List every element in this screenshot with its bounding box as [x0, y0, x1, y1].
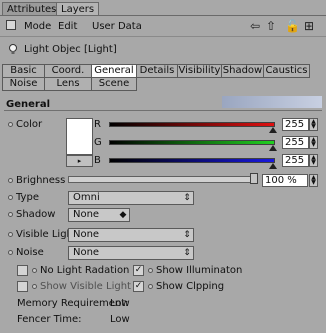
render-time-value: Low — [110, 314, 130, 325]
tab-shadow[interactable]: Shadow — [221, 64, 264, 78]
section-title: General — [6, 99, 50, 110]
brightness-slider-thumb[interactable] — [250, 173, 258, 184]
visible-light-select-value: None — [73, 229, 100, 240]
green-channel-label: G — [94, 137, 102, 148]
shadow-label: Shadow — [16, 209, 56, 220]
shadow-select[interactable]: None ◆ — [68, 208, 130, 222]
no-light-radiation-checkbox[interactable] — [17, 265, 28, 276]
red-channel-label: R — [94, 119, 101, 130]
show-clipping-dot[interactable] — [148, 284, 153, 289]
red-value-field[interactable]: 255 — [282, 118, 309, 131]
brightness-stepper[interactable]: ▲ ▼ — [309, 174, 318, 187]
show-visible-light-dot[interactable] — [32, 284, 37, 289]
menu-divider — [0, 36, 326, 37]
tab-visibility[interactable]: Visibility — [177, 64, 222, 78]
section-divider — [4, 110, 322, 111]
mode-menu-icon — [6, 20, 16, 30]
noise-label: Noise — [16, 247, 44, 258]
color-label: Color — [16, 119, 43, 130]
render-time-label: Fencer Time: — [17, 314, 82, 325]
brightness-label: Brighness — [16, 175, 66, 186]
no-light-radiation-label: No Light Radation — [40, 265, 130, 276]
menu-edit[interactable]: Edit — [58, 20, 77, 34]
tab-details[interactable]: Details — [136, 64, 178, 78]
noise-select-value: None — [73, 247, 100, 258]
show-clipping-label: Show Clpping — [156, 281, 225, 292]
no-light-radiation-dot[interactable] — [32, 268, 37, 273]
red-stepper[interactable]: ▲ ▼ — [309, 118, 318, 131]
shadow-anim-dot[interactable] — [8, 212, 13, 217]
show-clipping-checkbox[interactable]: ✓ — [133, 281, 144, 292]
show-illumination-label: Show Illuminaton — [156, 265, 243, 276]
tab-general[interactable]: General — [91, 64, 137, 78]
show-illumination-dot[interactable] — [148, 268, 153, 273]
tab-layers[interactable]: Layers — [56, 2, 100, 16]
show-illumination-checkbox[interactable]: ✓ — [133, 265, 144, 276]
section-header-bar — [222, 96, 322, 108]
object-title: Light Objec [Light] — [24, 44, 117, 55]
tab-basic[interactable]: Basic — [2, 64, 45, 78]
visible-light-anim-dot[interactable] — [8, 232, 13, 237]
chevron-down-icon: ⇕ — [183, 230, 191, 240]
noise-select[interactable]: None ⇕ — [68, 246, 194, 260]
blue-channel-label: B — [94, 155, 101, 166]
tab-attributes[interactable]: Attributes — [2, 2, 62, 16]
blue-slider-thumb[interactable] — [269, 163, 277, 169]
type-select-value: Omni — [73, 192, 100, 203]
tab-caustics[interactable]: Caustics — [263, 64, 310, 78]
back-arrow-icon[interactable]: ⇦ — [248, 19, 262, 33]
color-swatch[interactable] — [66, 118, 93, 155]
tab-lens[interactable]: Lens — [44, 77, 92, 91]
light-object-icon — [8, 44, 18, 55]
brightness-slider[interactable] — [68, 176, 258, 183]
chevron-down-icon: ⇕ — [183, 193, 191, 203]
brightness-anim-dot[interactable] — [8, 178, 13, 183]
color-anim-dot[interactable] — [8, 122, 13, 127]
type-select[interactable]: Omni ⇕ — [68, 191, 194, 205]
tab-coord[interactable]: Coord. — [44, 64, 92, 78]
menu-user-data[interactable]: User Data — [92, 20, 142, 34]
type-label: Type — [16, 192, 39, 203]
tab-scene[interactable]: Scene — [91, 77, 137, 91]
blue-stepper[interactable]: ▲ ▼ — [309, 154, 318, 167]
blue-slider[interactable] — [109, 158, 275, 163]
green-stepper[interactable]: ▲ ▼ — [309, 136, 318, 149]
show-visible-light-checkbox[interactable] — [17, 281, 28, 292]
diamond-icon: ◆ — [119, 210, 127, 220]
show-visible-light-label: Show Visible Light — [40, 281, 131, 292]
noise-anim-dot[interactable] — [8, 250, 13, 255]
green-slider[interactable] — [109, 140, 275, 145]
memory-requirement-value: Low — [110, 298, 130, 309]
blue-value-field[interactable]: 255 — [282, 154, 309, 167]
green-value-field[interactable]: 255 — [282, 136, 309, 149]
type-anim-dot[interactable] — [8, 195, 13, 200]
tab-noise[interactable]: Noise — [2, 77, 45, 91]
brightness-value-field[interactable]: 100 % — [262, 174, 308, 187]
red-slider-thumb[interactable] — [269, 127, 277, 133]
visible-light-select[interactable]: None ⇕ — [68, 228, 194, 242]
menu-mode[interactable]: Mode — [24, 20, 51, 34]
color-picker-button[interactable]: ▸ — [66, 155, 93, 167]
lock-icon[interactable]: 🔓 — [285, 19, 300, 33]
red-slider[interactable] — [109, 122, 275, 127]
tab-divider — [0, 15, 326, 16]
up-arrow-icon[interactable]: ⇧ — [264, 19, 278, 33]
new-panel-icon[interactable]: ⊞ — [302, 19, 316, 33]
chevron-down-icon: ⇕ — [183, 248, 191, 258]
shadow-select-value: None — [73, 209, 100, 220]
green-slider-thumb[interactable] — [269, 145, 277, 151]
